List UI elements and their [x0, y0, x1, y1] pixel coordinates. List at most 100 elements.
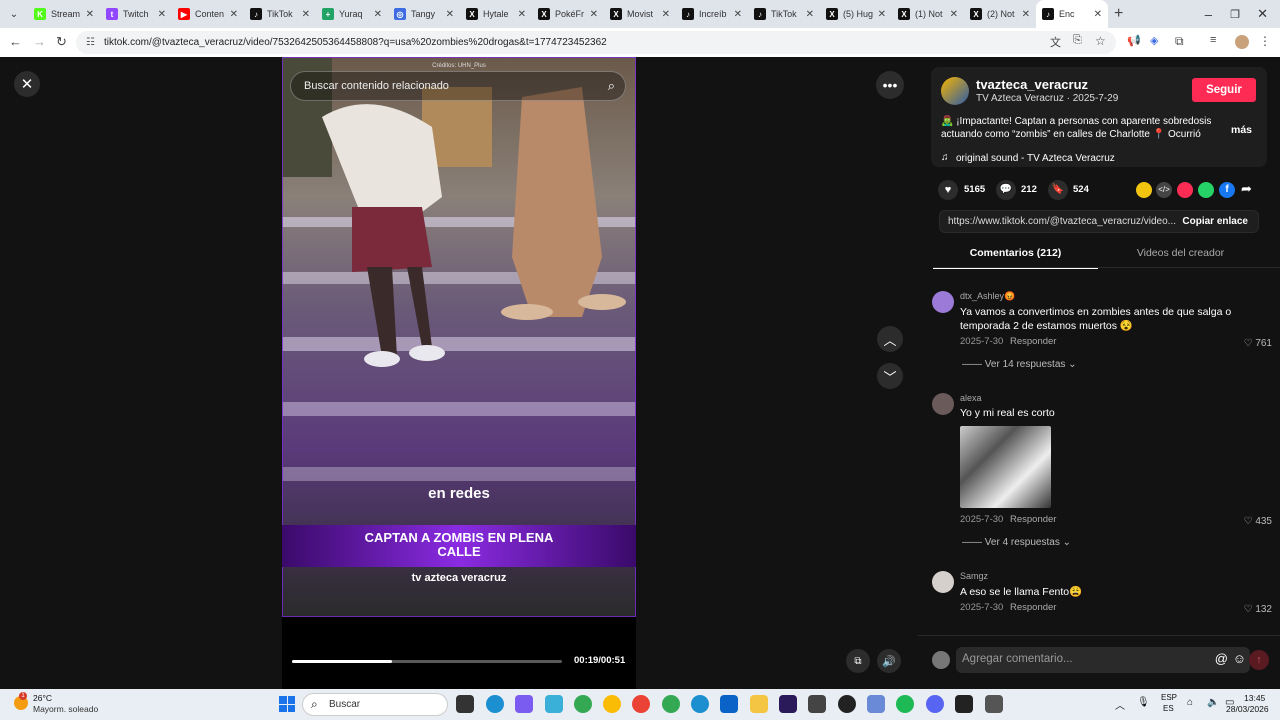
notes-icon[interactable] — [808, 695, 826, 713]
site-info-icon[interactable]: ☷ — [86, 37, 95, 48]
reply-button[interactable]: Responder — [1010, 514, 1056, 525]
calculator-icon[interactable] — [985, 695, 1003, 713]
menu-dots-icon[interactable]: ⋮ — [1259, 34, 1271, 48]
description-more-link[interactable]: más — [1231, 124, 1252, 136]
new-tab-button[interactable]: + — [1114, 5, 1123, 23]
tab-close-icon[interactable]: ✕ — [734, 9, 742, 20]
copilot-icon[interactable] — [515, 695, 533, 713]
file-explorer-icon[interactable] — [750, 695, 768, 713]
whatsapp-icon[interactable] — [1198, 182, 1214, 198]
tab-close-icon[interactable]: ✕ — [86, 9, 94, 20]
browser-tab[interactable]: X (5) Hug ✕ — [820, 0, 892, 28]
reply-button[interactable]: Responder — [1010, 336, 1056, 347]
avatar[interactable] — [932, 291, 954, 313]
translate-icon[interactable]: 文 — [1050, 34, 1061, 50]
clock-time[interactable]: 13:45 — [1244, 693, 1265, 703]
weather-temp[interactable]: 26°C — [33, 693, 52, 703]
tab-close-icon[interactable]: ✕ — [374, 9, 382, 20]
browser-tab[interactable]: ♪ Increíb ✕ — [676, 0, 748, 28]
discord-icon[interactable] — [926, 695, 944, 713]
browser-tab[interactable]: ▶ Conten ✕ — [172, 0, 244, 28]
tab-close-icon[interactable]: ✕ — [302, 9, 310, 20]
app-icon[interactable] — [838, 695, 856, 713]
browser-tab[interactable]: K Stream ✕ — [28, 0, 100, 28]
related-search-input[interactable]: Buscar contenido relacionado — [304, 80, 449, 92]
network-icon[interactable]: ⌂ — [1187, 697, 1193, 708]
comment-username[interactable]: Samgz — [960, 571, 988, 581]
post-comment-button[interactable]: ↑ — [1249, 650, 1269, 670]
video-progress-track[interactable] — [292, 660, 562, 663]
chrome-alt-icon[interactable] — [662, 695, 680, 713]
comment-username[interactable]: dtx_Ashley😡 — [960, 291, 1015, 302]
profile-avatar[interactable] — [1235, 35, 1249, 49]
tab-close-icon[interactable]: ✕ — [878, 9, 886, 20]
comment-like[interactable]: ♡ 761 — [1244, 338, 1272, 349]
task-view-icon[interactable] — [456, 695, 474, 713]
speaker-icon[interactable]: 🔈 — [1207, 697, 1219, 708]
avatar[interactable] — [932, 393, 954, 415]
search-icon[interactable]: ⌕ — [608, 78, 615, 94]
tab-creator-videos[interactable]: Videos del creador — [1098, 247, 1263, 259]
browser-tab[interactable]: t Twitch ✕ — [100, 0, 172, 28]
mention-icon[interactable]: @ — [1215, 651, 1228, 666]
minimize-button[interactable]: – — [1205, 7, 1212, 22]
like-icon[interactable]: ♥ — [938, 180, 958, 200]
tab-close-icon[interactable]: ✕ — [590, 9, 598, 20]
tab-close-icon[interactable]: ✕ — [158, 9, 166, 20]
bookmark-star-icon[interactable]: ☆ — [1095, 34, 1106, 48]
author-username[interactable]: tvazteca_veracruz — [976, 77, 1088, 92]
reload-icon[interactable]: ↻ — [56, 34, 67, 50]
comment-input[interactable]: Agregar comentario... @ ☺ — [956, 647, 1250, 673]
close-video-button[interactable]: ✕ — [14, 71, 40, 97]
facebook-icon[interactable]: f — [1219, 182, 1235, 198]
browser-tab[interactable]: X Movist ✕ — [604, 0, 676, 28]
pip-button[interactable]: ⧉ — [846, 649, 870, 673]
browser-tab[interactable]: X (2) Not ✕ — [964, 0, 1036, 28]
snipping-tool-icon[interactable] — [545, 695, 563, 713]
browser-tab[interactable]: X Hytale ✕ — [460, 0, 532, 28]
vpn-icon[interactable] — [867, 695, 885, 713]
tab-list-chevron-icon[interactable]: ⌄ — [0, 0, 28, 28]
tab-close-icon[interactable]: ✕ — [1022, 9, 1030, 20]
premiere-icon[interactable] — [779, 695, 797, 713]
reply-button[interactable]: Responder — [1010, 602, 1056, 613]
author-avatar[interactable] — [941, 77, 969, 105]
browser-tab[interactable]: + Yuraq ✕ — [316, 0, 388, 28]
outlook-icon[interactable] — [720, 695, 738, 713]
extension-translate-icon[interactable]: ◈ — [1150, 34, 1158, 47]
sound-name[interactable]: original sound - TV Azteca Veracruz — [956, 153, 1115, 164]
emoji-icon[interactable]: ☺ — [1233, 651, 1246, 666]
tab-close-icon[interactable]: ✕ — [446, 9, 454, 20]
tab-close-icon[interactable]: ✕ — [806, 9, 814, 20]
input-language-top[interactable]: ESP — [1161, 693, 1177, 702]
avatar[interactable] — [932, 571, 954, 593]
tab-close-icon[interactable]: ✕ — [950, 9, 958, 20]
volume-button[interactable]: 🔊 — [877, 649, 901, 673]
copy-link-button[interactable]: Copiar enlace — [1182, 216, 1248, 227]
comment-like[interactable]: ♡ 435 — [1244, 516, 1272, 527]
video-player[interactable]: Créditos: UHN_Plus Buscar contenido rela… — [282, 57, 636, 689]
browser-tab[interactable]: ◎ Tangy ✕ — [388, 0, 460, 28]
browser-tab[interactable]: X (1) Not ✕ — [892, 0, 964, 28]
related-search-box[interactable]: Buscar contenido relacionado ⌕ — [290, 71, 626, 101]
comment-like[interactable]: ♡ 132 — [1244, 604, 1272, 615]
chrome-active-icon[interactable] — [632, 695, 650, 713]
tab-comments[interactable]: Comentarios (212) — [933, 247, 1098, 269]
bookmark-icon[interactable]: 🔖 — [1048, 180, 1068, 200]
start-button[interactable] — [279, 696, 295, 712]
spotify-icon[interactable] — [896, 695, 914, 713]
tab-close-icon[interactable]: ✕ — [662, 9, 670, 20]
tray-chevron-icon[interactable]: ︿ — [1115, 697, 1125, 712]
browser-icon[interactable] — [691, 695, 709, 713]
tab-close-icon[interactable]: ✕ — [1094, 9, 1102, 20]
maximize-button[interactable]: ❐ — [1230, 8, 1240, 21]
browser-tab[interactable]: X PokéFr ✕ — [532, 0, 604, 28]
embed-icon[interactable]: </> — [1156, 182, 1172, 198]
chrome-profile-icon[interactable] — [603, 695, 621, 713]
close-window-button[interactable]: ✕ — [1257, 6, 1268, 22]
tab-close-icon[interactable]: ✕ — [230, 9, 238, 20]
edge-icon[interactable] — [486, 695, 504, 713]
follow-button[interactable]: Seguir — [1192, 78, 1256, 102]
extensions-puzzle-icon[interactable]: ⧉ — [1175, 34, 1184, 49]
share-friends-icon[interactable] — [1136, 182, 1152, 198]
